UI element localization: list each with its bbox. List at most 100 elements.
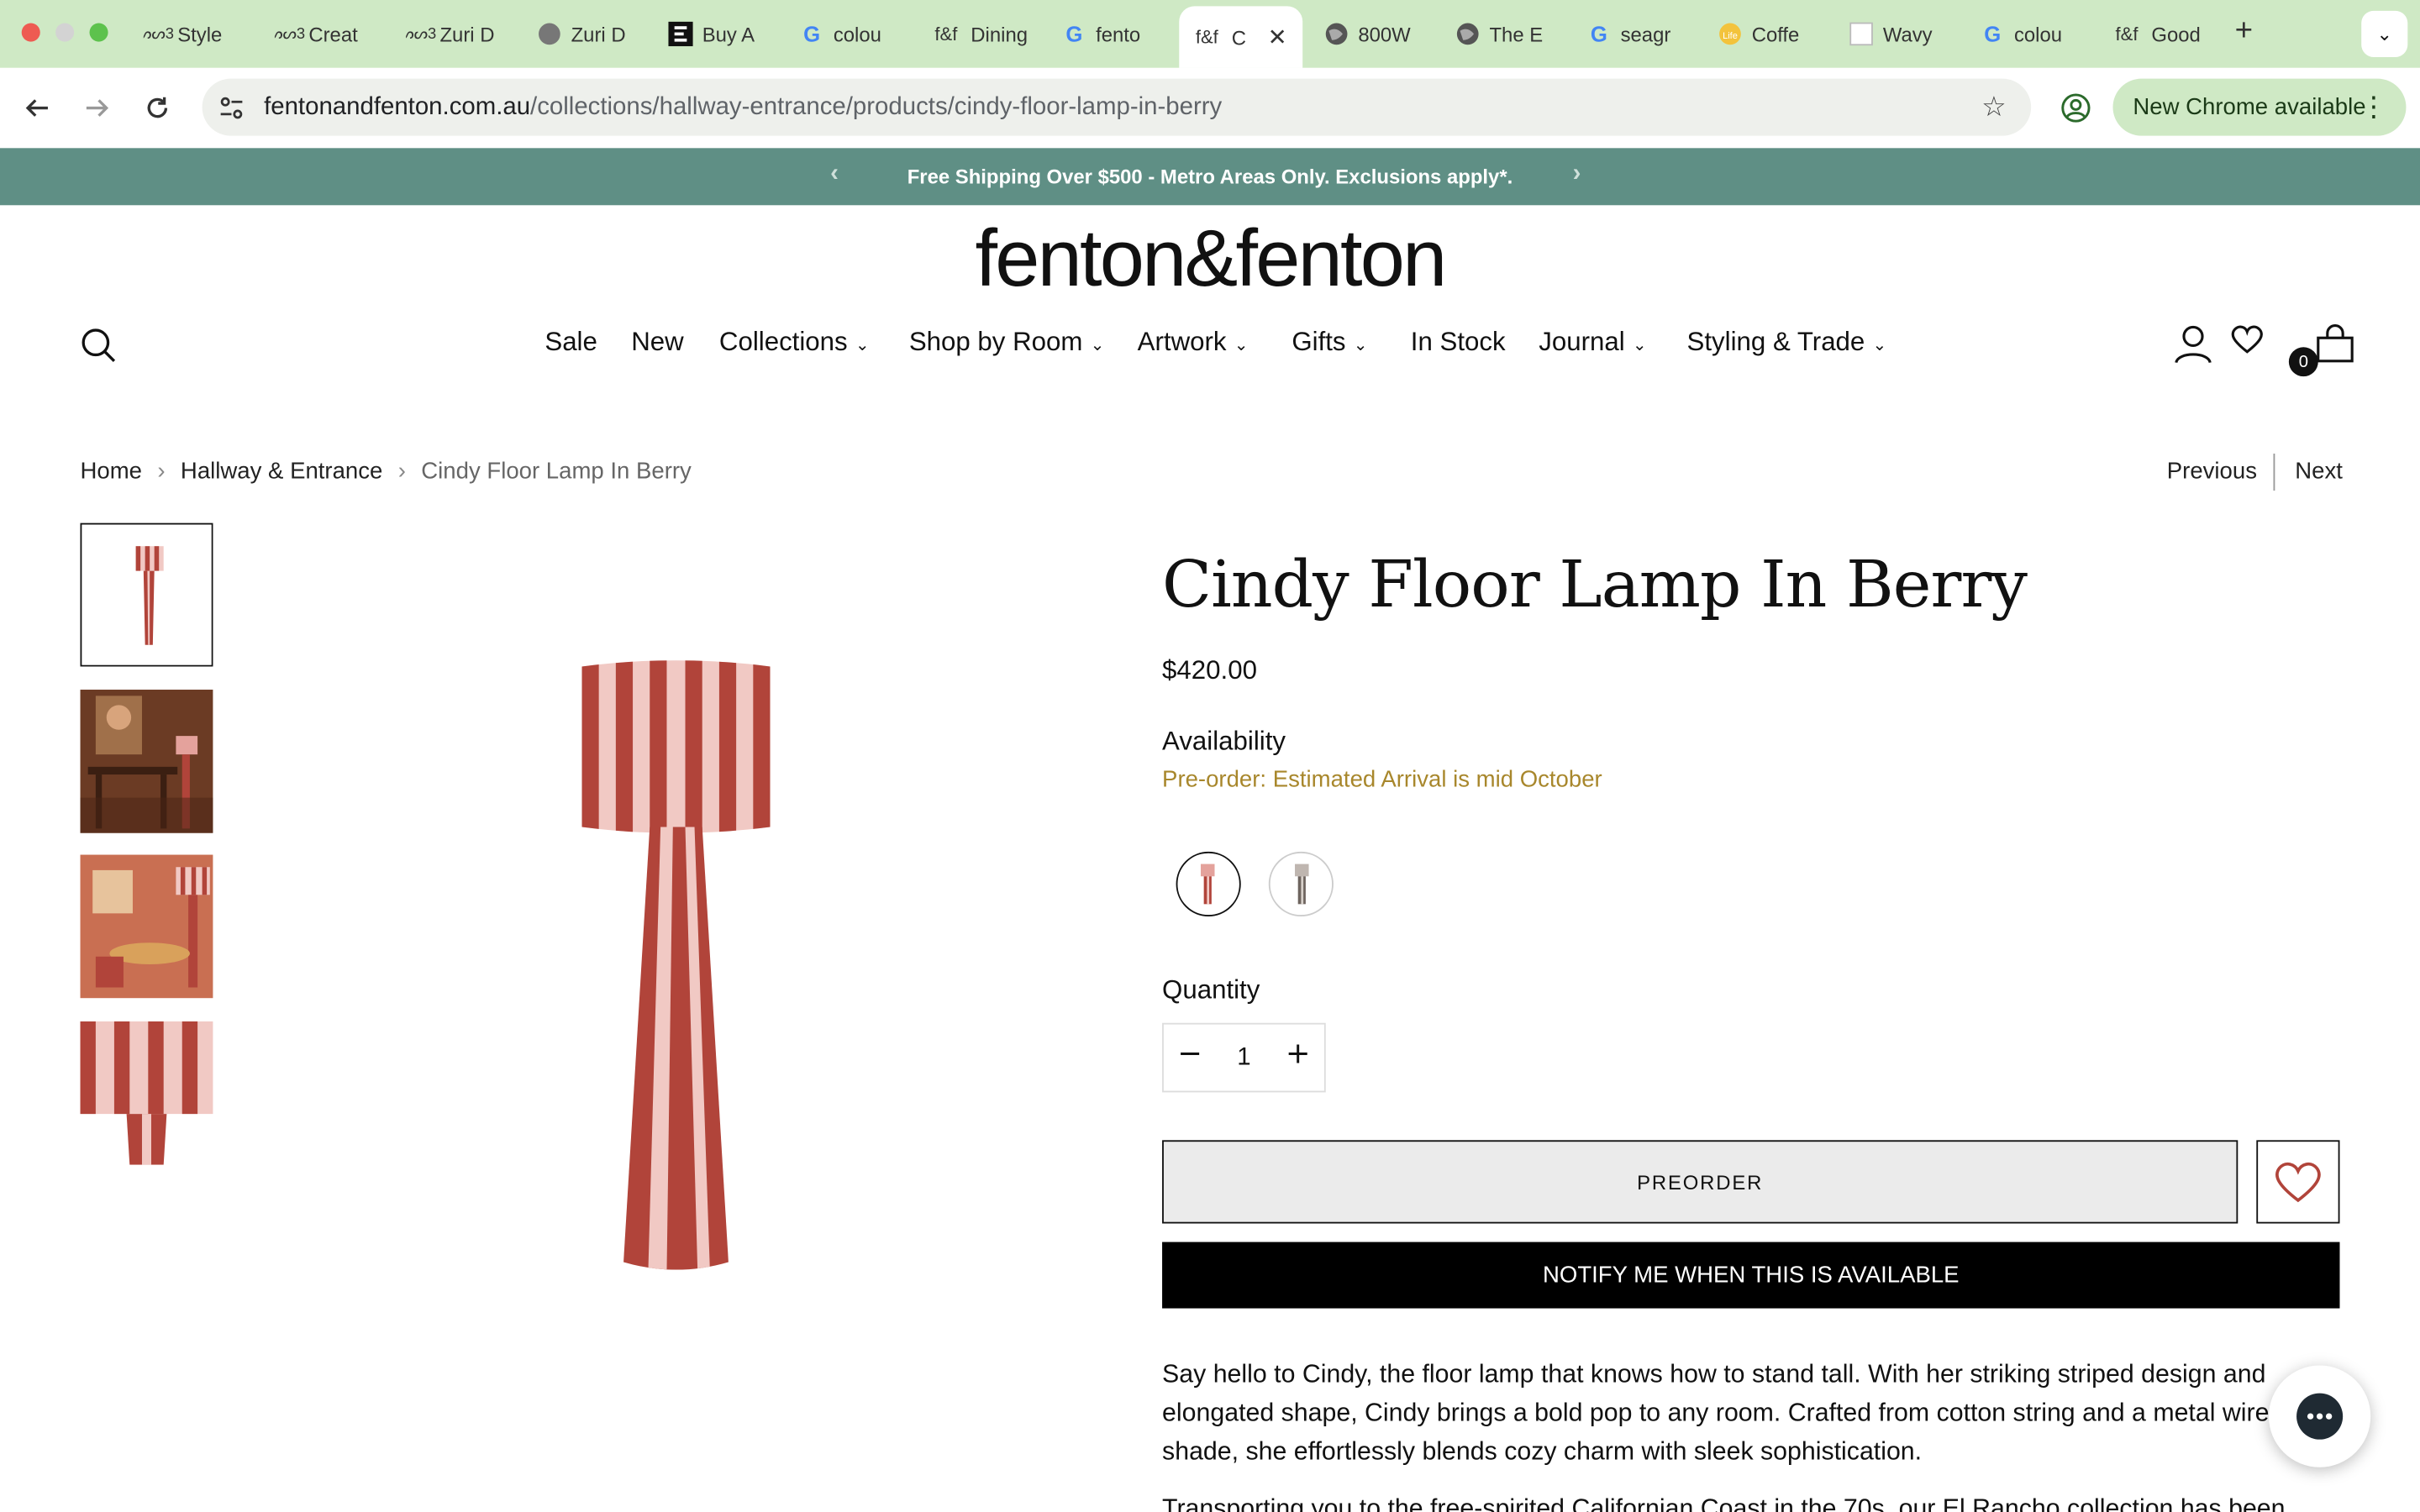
address-bar[interactable]: fentonandfenton.com.au/collections/hallw… (202, 78, 2032, 136)
forward-button[interactable] (79, 90, 116, 127)
account-icon[interactable] (2175, 324, 2212, 372)
nav-shop-by-room[interactable]: Shop by Room ⌄ (909, 327, 1105, 358)
product-thumbnail[interactable] (80, 854, 213, 999)
chevron-down-icon: ⌄ (2376, 23, 2392, 45)
chevron-left-icon[interactable]: ‹ (830, 160, 839, 188)
next-link[interactable]: Next (2295, 459, 2343, 485)
quantity-label: Quantity (1162, 974, 1260, 1005)
browser-tab[interactable]: ᔕᔕ3Style (144, 13, 255, 55)
arrow-left-icon (25, 99, 48, 117)
chat-launcher-button[interactable] (2269, 1365, 2371, 1467)
globe-icon (1324, 22, 1349, 46)
close-window-button[interactable] (21, 23, 40, 42)
google-icon: G (1590, 21, 1607, 47)
tab-search-button[interactable]: ⌄ (2361, 10, 2408, 57)
previous-link[interactable]: Previous (2167, 459, 2257, 485)
new-chrome-button[interactable]: New Chrome available ⋮ (2112, 78, 2407, 136)
life-icon: Life (1718, 22, 1742, 46)
notify-me-button[interactable]: NOTIFY ME WHEN THIS IS AVAILABLE (1162, 1242, 2340, 1309)
nav-styling-trade[interactable]: Styling & Trade ⌄ (1687, 327, 1887, 358)
quantity-input[interactable]: 1 (1221, 1044, 1267, 1072)
browser-tab[interactable]: Buy A (668, 13, 779, 55)
browser-window: ᔕᔕ3Style ᔕᔕ3Creat ᔕᔕ3Zuri D Zuri D Buy A… (0, 0, 2420, 1512)
product-thumbnail[interactable] (80, 1021, 213, 1165)
google-icon: G (803, 21, 821, 47)
add-to-wishlist-button[interactable] (2256, 1140, 2340, 1224)
kebab-menu-icon[interactable]: ⋮ (2360, 91, 2387, 123)
arrow-right-icon (86, 99, 109, 117)
cart-count-badge: 0 (2288, 347, 2318, 377)
nav-in-stock[interactable]: In Stock (1411, 327, 1506, 358)
product-description: Say hello to Cindy, the floor lamp that … (1162, 1361, 2270, 1466)
minus-icon[interactable] (1167, 1043, 1213, 1073)
browser-toolbar: fentonandfenton.com.au/collections/hallw… (0, 67, 2420, 150)
availability-status: Pre-order: Estimated Arrival is mid Octo… (1162, 766, 1602, 794)
reload-icon (147, 97, 168, 118)
chevron-right-icon[interactable]: › (1573, 160, 1581, 188)
breadcrumb-home[interactable]: Home (81, 459, 142, 485)
ff-icon: f&f (934, 23, 958, 45)
product-thumbnail[interactable] (80, 690, 213, 833)
nav-journal[interactable]: Journal ⌄ (1539, 327, 1647, 358)
wishlist-heart-icon[interactable] (2230, 324, 2264, 363)
browser-tab-active[interactable]: f&f C ✕ (1179, 6, 1303, 68)
color-swatch-berry[interactable] (1176, 851, 1241, 917)
google-icon: G (1065, 21, 1083, 47)
chevron-down-icon: ⌄ (1090, 336, 1105, 355)
chevron-down-icon: ⌄ (1872, 336, 1887, 355)
product-description-continued: Transporting you to the free-spirited Ca… (1162, 1494, 2286, 1512)
browser-tab[interactable]: Zuri D (537, 13, 648, 55)
back-button[interactable] (18, 90, 55, 127)
browser-tab[interactable]: Life Coffe (1718, 13, 1828, 55)
site-settings-icon[interactable] (218, 94, 245, 129)
announcement-bar: ‹ Free Shipping Over $500 - Metro Areas … (0, 148, 2420, 206)
browser-tab[interactable]: ᔕᔕ3Zuri D (406, 13, 517, 55)
quantity-stepper: 1 (1162, 1022, 1326, 1093)
breadcrumb: Home › Hallway & Entrance › Cindy Floor Lamp… (81, 459, 692, 485)
browser-tab[interactable]: f&f Good (2112, 13, 2223, 55)
bookmark-star-icon[interactable]: ☆ (1981, 91, 2007, 123)
minimize-window-button[interactable] (55, 23, 75, 42)
chat-bubble-icon (2296, 1393, 2344, 1440)
site-logo[interactable]: fenton&fenton (0, 213, 2420, 305)
reload-button[interactable] (139, 90, 176, 127)
url-text: fentonandfenton.com.au/collections/hallw… (264, 93, 1223, 120)
maximize-window-button[interactable] (89, 23, 108, 42)
ss3-icon: ᔕᔕ3 (144, 25, 175, 43)
svg-text:Life: Life (1723, 31, 1738, 41)
color-swatch-alt[interactable] (1268, 851, 1334, 917)
browser-tab[interactable]: f&f Dining (931, 13, 1042, 55)
plus-icon[interactable] (1274, 1043, 1320, 1073)
new-tab-icon[interactable]: + (2235, 14, 2253, 50)
browser-tab[interactable]: Wavy (1849, 13, 1960, 55)
browser-tab[interactable]: Gfento (1062, 13, 1173, 55)
announcement-text: Free Shipping Over $500 - Metro Areas On… (907, 165, 1513, 189)
nav-gifts[interactable]: Gifts ⌄ (1292, 327, 1367, 358)
heart-icon (2275, 1162, 2321, 1203)
cart-bag-icon[interactable] (2315, 324, 2355, 372)
product-main-image[interactable] (555, 648, 802, 1280)
nav-collections[interactable]: Collections ⌄ (719, 327, 870, 358)
preorder-button[interactable]: PREORDER (1162, 1140, 2238, 1224)
product-thumbnail[interactable] (80, 522, 213, 667)
google-icon: G (1984, 21, 2002, 47)
browser-tab[interactable]: The E (1455, 13, 1566, 55)
close-tab-icon[interactable]: ✕ (1268, 24, 1287, 50)
search-icon[interactable] (81, 327, 118, 371)
browser-tab[interactable]: ᔕᔕ3Creat (275, 13, 386, 55)
breadcrumb-current: Cindy Floor Lamp In Berry (421, 458, 692, 485)
tab-strip: ᔕᔕ3Style ᔕᔕ3Creat ᔕᔕ3Zuri D Zuri D Buy A… (0, 0, 2420, 68)
e-icon (668, 21, 693, 47)
browser-tab[interactable]: Gseagr (1586, 13, 1697, 55)
chevron-down-icon: ⌄ (1234, 336, 1249, 355)
browser-tab[interactable]: 800W (1324, 13, 1435, 55)
ff-icon: f&f (1195, 26, 1218, 48)
nav-sale[interactable]: Sale (544, 327, 597, 358)
browser-tab[interactable]: Gcolou (1981, 13, 2091, 55)
nav-new[interactable]: New (631, 327, 683, 358)
nav-artwork[interactable]: Artwork ⌄ (1138, 327, 1249, 358)
profile-icon[interactable] (2060, 92, 2091, 131)
browser-tab[interactable]: Gcolou (799, 13, 910, 55)
breadcrumb-category[interactable]: Hallway & Entrance (181, 459, 382, 485)
chevron-down-icon: ⌄ (855, 336, 870, 355)
